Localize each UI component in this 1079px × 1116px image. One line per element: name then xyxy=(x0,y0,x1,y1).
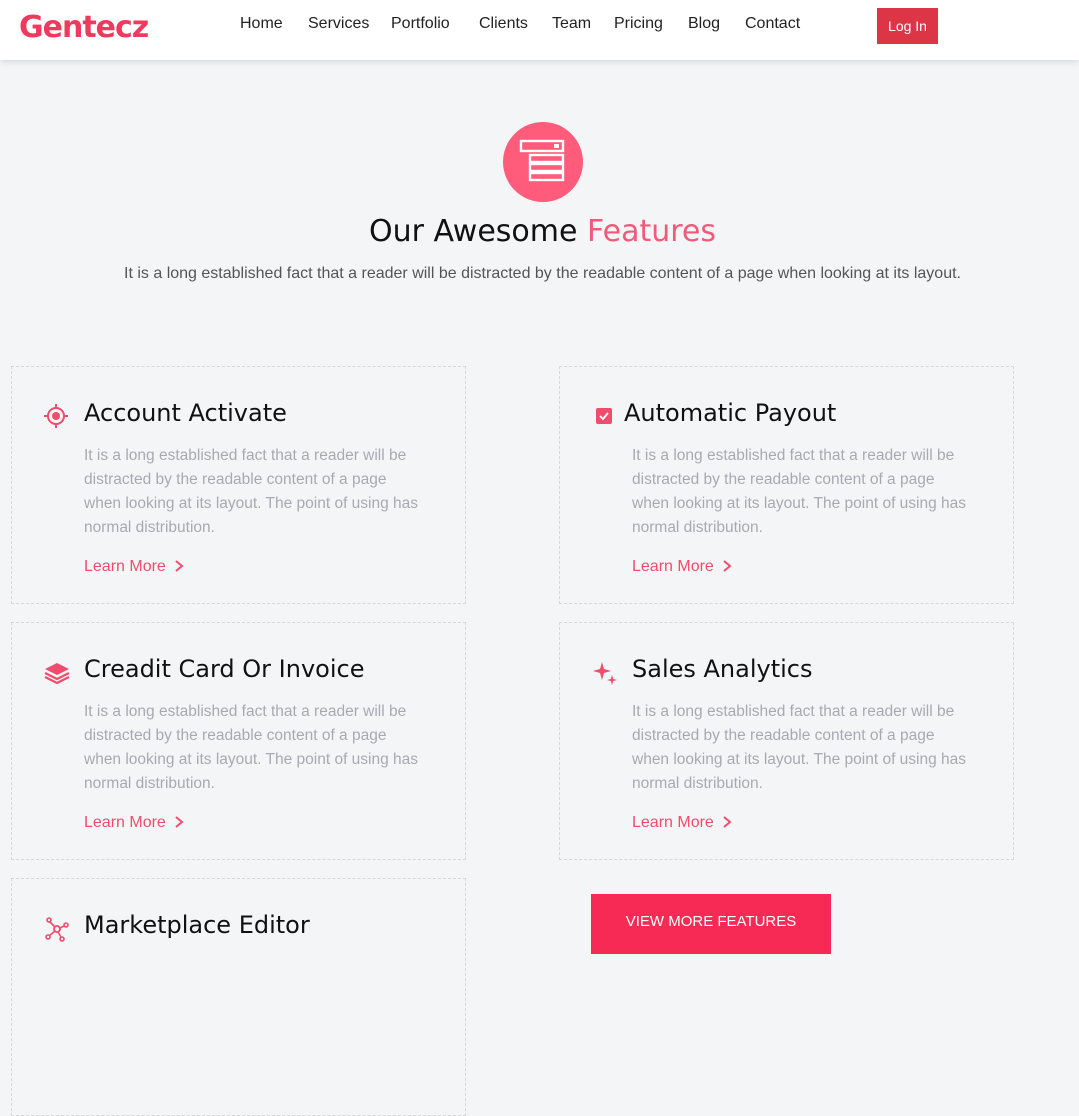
section-title-main: Our Awesome xyxy=(369,214,587,249)
nav-item-home[interactable]: Home xyxy=(240,15,283,33)
learn-more-link[interactable]: Learn More xyxy=(632,558,732,578)
nav-item-blog[interactable]: Blog xyxy=(688,15,720,33)
checkbox-icon xyxy=(592,404,616,428)
section-subtitle: It is a long established fact that a rea… xyxy=(124,265,961,282)
feature-title: Sales Analytics xyxy=(632,655,813,683)
feature-title: Marketplace Editor xyxy=(84,911,310,939)
feature-card: Sales Analytics It is a long established… xyxy=(559,622,1014,860)
feature-title: Creadit Card Or Invoice xyxy=(84,655,365,683)
target-icon xyxy=(44,404,68,428)
feature-card: Marketplace Editor xyxy=(11,878,466,1116)
nav-item-pricing[interactable]: Pricing xyxy=(614,15,663,33)
feature-description: It is a long established fact that a rea… xyxy=(84,447,419,536)
nav-item-portfolio[interactable]: Portfolio xyxy=(391,15,450,33)
feature-description: It is a long established fact that a rea… xyxy=(84,703,419,792)
learn-more-label: Learn More xyxy=(632,814,714,831)
server-rack-icon xyxy=(503,122,583,202)
chevron-right-icon xyxy=(722,815,732,834)
feature-card: Account Activate It is a long establishe… xyxy=(11,366,466,604)
nav-item-clients[interactable]: Clients xyxy=(479,15,528,33)
learn-more-link[interactable]: Learn More xyxy=(632,814,732,834)
sparkle-icon xyxy=(592,660,617,685)
learn-more-label: Learn More xyxy=(84,558,166,575)
chevron-right-icon xyxy=(174,559,184,578)
section-title-accent: Features xyxy=(587,214,716,249)
view-more-features-button[interactable]: VIEW MORE FEATURES xyxy=(591,894,831,954)
nav-item-team[interactable]: Team xyxy=(552,15,591,33)
nav-item-services[interactable]: Services xyxy=(308,15,369,33)
nav-item-contact[interactable]: Contact xyxy=(745,15,800,33)
chevron-right-icon xyxy=(722,559,732,578)
site-header: Gentecz Home Services Portfolio Clients … xyxy=(0,0,1079,60)
feature-description: It is a long established fact that a rea… xyxy=(632,447,967,536)
learn-more-label: Learn More xyxy=(84,814,166,831)
login-button[interactable]: Log In xyxy=(877,8,938,44)
feature-card: Automatic Payout It is a long establishe… xyxy=(559,366,1014,604)
feature-card: Creadit Card Or Invoice It is a long est… xyxy=(11,622,466,860)
feature-title: Account Activate xyxy=(84,399,287,427)
brand-logo[interactable]: Gentecz xyxy=(19,10,149,45)
chevron-right-icon xyxy=(174,815,184,834)
learn-more-link[interactable]: Learn More xyxy=(84,558,184,578)
section-title: Our Awesome Features xyxy=(0,214,1079,249)
feature-description: It is a long established fact that a rea… xyxy=(632,703,967,792)
feature-title: Automatic Payout xyxy=(624,399,837,427)
learn-more-label: Learn More xyxy=(632,558,714,575)
layers-icon xyxy=(44,660,70,685)
network-icon xyxy=(44,916,69,942)
learn-more-link[interactable]: Learn More xyxy=(84,814,184,834)
